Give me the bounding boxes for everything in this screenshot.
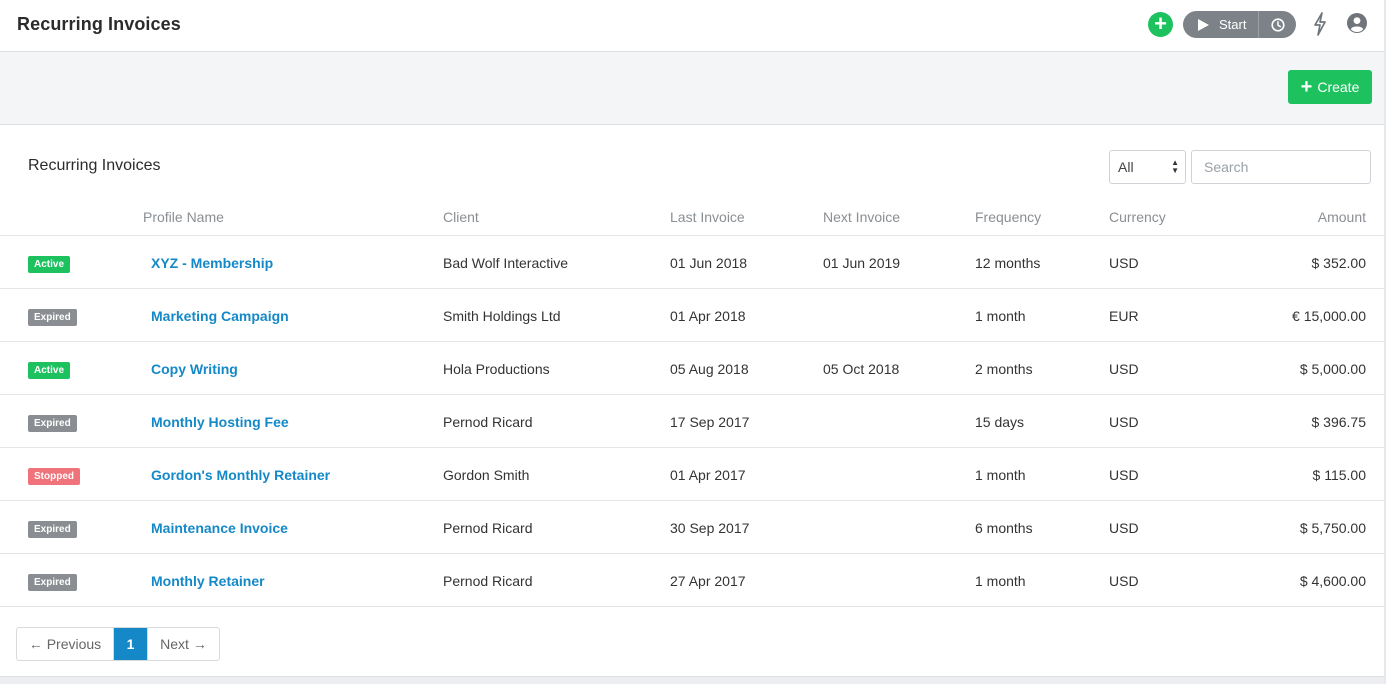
client-cell: Smith Holdings Ltd [443, 308, 561, 324]
profile-name-link[interactable]: Copy Writing [151, 361, 238, 377]
last-invoice-cell: 01 Apr 2018 [670, 308, 746, 324]
status-filter-select[interactable]: All ▲ ▼ [1109, 150, 1186, 184]
last-invoice-cell: 17 Sep 2017 [670, 414, 750, 430]
status-badge: Expired [28, 415, 77, 432]
status-badge: Active [28, 362, 71, 379]
table-row[interactable]: Stopped Gordon's Monthly Retainer Gordon… [0, 448, 1386, 501]
status-badge: Active [28, 256, 71, 273]
frequency-cell: 1 month [975, 467, 1026, 483]
timer-history-button[interactable] [1259, 11, 1296, 38]
frequency-cell: 6 months [975, 520, 1033, 536]
frequency-cell: 15 days [975, 414, 1025, 430]
status-badge: Expired [28, 309, 77, 326]
page-title: Recurring Invoices [17, 14, 181, 34]
last-invoice-cell: 27 Apr 2017 [670, 573, 746, 589]
amount-cell: $ 396.75 [1311, 414, 1367, 430]
currency-cell: USD [1109, 520, 1139, 536]
user-circle-icon[interactable] [1347, 13, 1367, 33]
profile-name-link[interactable]: Monthly Hosting Fee [151, 414, 289, 430]
create-button-label: Create [1317, 79, 1360, 95]
timer-start-label: Start [1219, 17, 1247, 32]
table-row[interactable]: Expired Maintenance Invoice Pernod Ricar… [0, 501, 1386, 554]
frequency-cell: 12 months [975, 255, 1041, 271]
frequency-cell: 1 month [975, 308, 1026, 324]
amount-cell: $ 352.00 [1311, 255, 1367, 271]
clock-icon [1270, 17, 1285, 32]
top-bar: Recurring Invoices + Start [0, 0, 1386, 52]
amount-cell: € 15,000.00 [1292, 308, 1366, 324]
card-title: Recurring Invoices [28, 157, 161, 174]
status-filter-value: All [1118, 159, 1134, 175]
play-icon [1198, 18, 1209, 31]
profile-name-link[interactable]: XYZ - Membership [151, 255, 273, 271]
client-cell: Bad Wolf Interactive [443, 255, 569, 271]
status-badge: Expired [28, 574, 77, 591]
profile-name-link[interactable]: Monthly Retainer [151, 573, 265, 589]
client-cell: Gordon Smith [443, 467, 530, 483]
client-cell: Pernod Ricard [443, 573, 533, 589]
table-row[interactable]: Active XYZ - Membership Bad Wolf Interac… [0, 236, 1386, 289]
pagination: ← Previous 1 Next → [16, 627, 220, 661]
currency-cell: EUR [1109, 308, 1139, 324]
client-cell: Pernod Ricard [443, 520, 533, 536]
column-header-frequency[interactable]: Frequency [975, 209, 1041, 225]
next-invoice-cell: 01 Jun 2019 [823, 255, 901, 271]
status-badge: Expired [28, 521, 77, 538]
create-button[interactable]: + Create [1288, 70, 1372, 104]
frequency-cell: 2 months [975, 361, 1033, 377]
last-invoice-cell: 30 Sep 2017 [670, 520, 750, 536]
plus-circle-icon: + [1154, 11, 1167, 36]
column-header-amount[interactable]: Amount [1318, 209, 1366, 225]
status-badge: Stopped [28, 468, 80, 485]
search-input[interactable] [1191, 150, 1371, 184]
next-invoice-cell: 05 Oct 2018 [823, 361, 900, 377]
client-cell: Hola Productions [443, 361, 550, 377]
currency-cell: USD [1109, 361, 1139, 377]
lightning-icon[interactable] [1312, 12, 1328, 36]
column-header-next-invoice[interactable]: Next Invoice [823, 209, 900, 225]
select-arrows-icon: ▲ ▼ [1171, 158, 1179, 175]
amount-cell: $ 115.00 [1312, 467, 1366, 483]
currency-cell: USD [1109, 467, 1139, 483]
timer-control[interactable]: Start [1183, 11, 1296, 38]
table-row[interactable]: Expired Monthly Hosting Fee Pernod Ricar… [0, 395, 1386, 448]
amount-cell: $ 5,000.00 [1299, 361, 1366, 377]
plus-icon: + [1300, 76, 1313, 98]
currency-cell: USD [1109, 573, 1139, 589]
column-header-last-invoice[interactable]: Last Invoice [670, 209, 745, 225]
amount-cell: $ 4,600.00 [1299, 573, 1366, 589]
profile-name-link[interactable]: Marketing Campaign [151, 308, 289, 324]
next-page-button[interactable]: Next → [147, 628, 219, 660]
profile-name-link[interactable]: Maintenance Invoice [151, 520, 288, 536]
table-row[interactable]: Expired Marketing Campaign Smith Holding… [0, 289, 1386, 342]
action-toolbar: + Create [0, 52, 1386, 125]
column-header-client[interactable]: Client [443, 209, 479, 225]
table-row[interactable]: Active Copy Writing Hola Productions 05 … [0, 342, 1386, 395]
last-invoice-cell: 05 Aug 2018 [670, 361, 749, 377]
footer-band [0, 676, 1386, 684]
timer-start-button[interactable]: Start [1183, 11, 1258, 38]
frequency-cell: 1 month [975, 573, 1026, 589]
currency-cell: USD [1109, 414, 1139, 430]
quick-add-button[interactable]: + [1148, 12, 1173, 37]
table-row[interactable]: Expired Monthly Retainer Pernod Ricard 2… [0, 554, 1386, 607]
page-1-button[interactable]: 1 [114, 628, 147, 660]
last-invoice-cell: 01 Jun 2018 [670, 255, 748, 271]
column-header-profile[interactable]: Profile Name [143, 209, 224, 225]
last-invoice-cell: 01 Apr 2017 [670, 467, 746, 483]
previous-page-button[interactable]: ← Previous [17, 628, 114, 660]
profile-name-link[interactable]: Gordon's Monthly Retainer [151, 467, 330, 483]
client-cell: Pernod Ricard [443, 414, 533, 430]
column-header-currency[interactable]: Currency [1109, 209, 1166, 225]
amount-cell: $ 5,750.00 [1299, 520, 1366, 536]
currency-cell: USD [1109, 255, 1139, 271]
